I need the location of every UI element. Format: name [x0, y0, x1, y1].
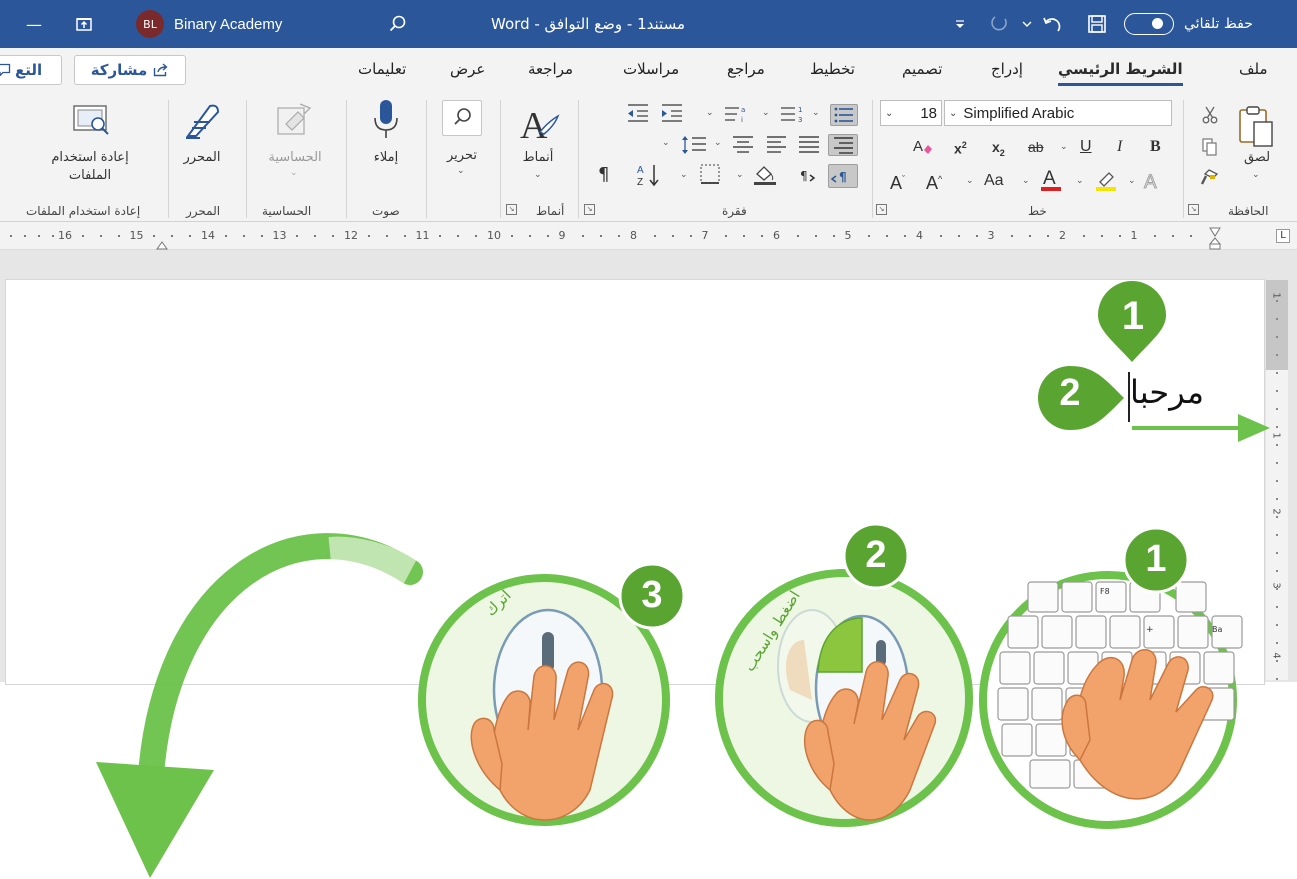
marker-1-number: 1: [1121, 294, 1145, 338]
step-2-circle: [715, 569, 973, 827]
marker-2-number: 2: [1059, 372, 1081, 414]
svg-text:+: +: [1146, 625, 1154, 635]
svg-text:Ba: Ba: [1212, 625, 1222, 634]
curved-arrow: [96, 533, 423, 878]
step-1-number: 1: [1145, 538, 1167, 580]
step-1-circle: F8 + Ba: [979, 571, 1243, 829]
step-2-number: 2: [865, 534, 887, 576]
svg-text:F8: F8: [1100, 587, 1110, 596]
step-3-number: 3: [641, 574, 663, 616]
annotation-overlay: F8 + Ba: [96, 281, 1270, 878]
drag-arrow: [1132, 414, 1270, 442]
